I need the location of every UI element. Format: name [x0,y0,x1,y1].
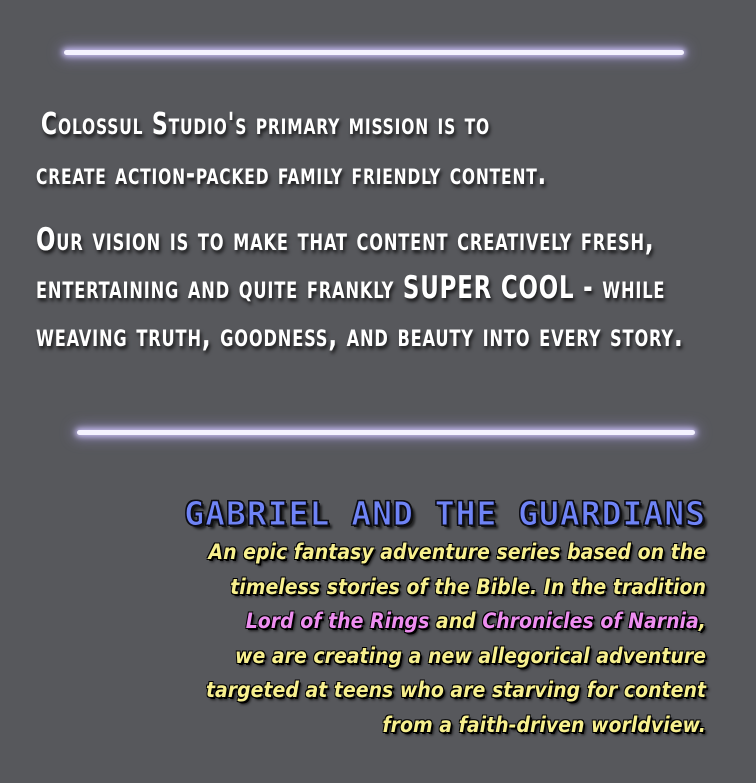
highlight-lotr: Lord of the Rings [245,609,430,634]
description-line: An epic fantasy adventure series based o… [208,540,706,565]
mission-line: Colossul Studio's primary mission is to [40,107,490,142]
divider-top [64,50,684,55]
description-line: Lord of the Rings and Chronicles of Narn… [143,605,706,640]
page: Colossul Studio's primary mission is to … [0,0,756,783]
mission-line: create action-packed family friendly con… [36,157,547,192]
description-punctuation: , [698,609,706,634]
vision-line: entertaining and quite frankly SUPER COO… [36,270,666,306]
divider-middle [77,430,695,435]
description-line: we are creating a new allegorical advent… [234,643,706,669]
description-line: targeted at teens who are starving for c… [205,678,706,703]
description-connector: and [429,609,483,634]
project-description: An epic fantasy adventure series based o… [66,536,706,743]
highlight-narnia: Chronicles of Narnia [482,609,699,634]
mission-paragraph: Colossul Studio's primary mission is to … [36,110,736,210]
project-title: GABRIEL AND THE GUARDIANS [184,494,706,534]
description-line: from a faith-driven worldview. [382,712,706,738]
description-line: timeless stories of the Bible. In the tr… [230,574,706,600]
vision-line: Our vision is to make that content creat… [36,222,655,258]
vision-paragraph: Our vision is to make that content creat… [36,225,736,369]
vision-line: weaving truth, goodness, and beauty into… [36,318,684,354]
